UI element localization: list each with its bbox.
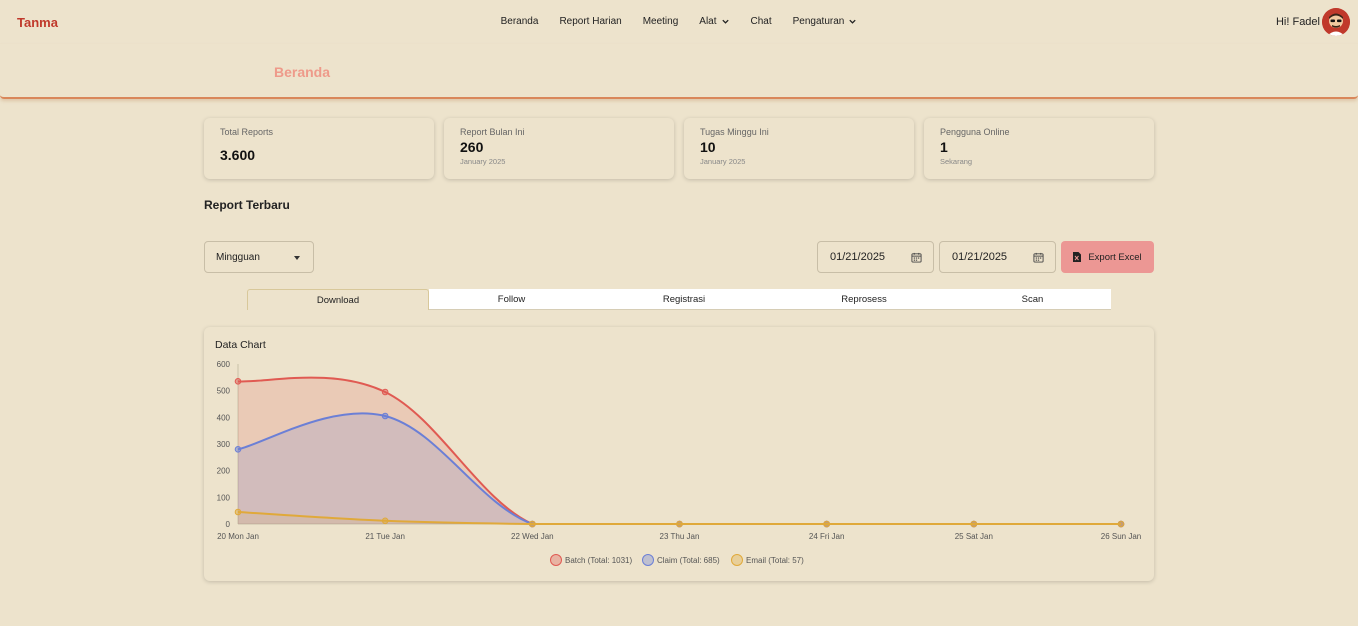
nav-item-beranda[interactable]: Beranda	[501, 16, 539, 27]
x-tick-label: 20 Mon Jan	[217, 532, 259, 541]
nav-label: Pengaturan	[792, 16, 845, 27]
legend-marker	[550, 554, 562, 566]
date-from-input[interactable]: 01/21/2025	[817, 241, 934, 273]
data-point	[529, 520, 536, 528]
nav-label: Meeting	[642, 16, 679, 27]
y-tick-label: 500	[217, 387, 231, 396]
tab-scan[interactable]: Scan	[954, 289, 1111, 310]
legend-marker	[642, 554, 654, 566]
main-nav: Beranda Report Harian Meeting Alat Chat …	[0, 16, 1358, 27]
page-header: Beranda	[0, 44, 1358, 99]
tab-label: Download	[316, 294, 360, 306]
stat-sub: January 2025	[700, 157, 746, 166]
stat-sub: Sekarang	[940, 157, 973, 166]
report-tabs: Download Follow Registrasi Reprosess Sca…	[247, 289, 1111, 310]
series-area	[238, 413, 1121, 524]
data-point	[381, 412, 389, 420]
nav-label: Alat	[699, 16, 717, 27]
calendar-icon[interactable]	[1033, 252, 1044, 263]
stat-card-tugas-minggu-ini: Tugas Minggu Ini 10 January 2025	[684, 118, 914, 179]
nav-label: Report Harian	[559, 16, 622, 27]
date-to-value: 01/21/2025	[952, 251, 1008, 263]
nav-label: Chat	[750, 16, 772, 27]
data-point	[381, 517, 389, 525]
tab-follow[interactable]: Follow	[429, 289, 594, 310]
data-point	[823, 520, 830, 528]
nav-item-pengaturan[interactable]: Pengaturan	[793, 16, 858, 27]
legend-label: Claim (Total: 685)	[657, 556, 720, 565]
nav-label: Beranda	[500, 16, 539, 27]
tab-label: Registrasi	[662, 293, 706, 305]
x-tick-label: 23 Thu Jan	[660, 532, 700, 541]
y-tick-label: 300	[217, 440, 231, 449]
user-avatar-icon	[1322, 8, 1350, 36]
tab-label: Reprosess	[841, 293, 887, 305]
data-point	[234, 508, 242, 516]
y-tick-label: 0	[226, 520, 231, 529]
legend-label: Batch (Total: 1031)	[565, 556, 632, 565]
date-to-input[interactable]: 01/21/2025	[939, 241, 1056, 273]
x-tick-label: 24 Fri Jan	[809, 532, 845, 541]
stat-value: 3.600	[220, 147, 256, 163]
stat-label: Tugas Minggu Ini	[700, 127, 769, 137]
tab-registrasi[interactable]: Registrasi	[594, 289, 774, 310]
tab-label: Follow	[497, 293, 526, 305]
calendar-icon[interactable]	[911, 252, 922, 263]
x-tick-label: 21 Tue Jan	[365, 532, 405, 541]
area-chart: 0 100 200 300 400 500 600 20 Mon Jan 21 Tue Jan 2…	[217, 360, 1141, 566]
data-point	[676, 520, 683, 528]
data-point	[970, 520, 978, 528]
stat-value: 10	[700, 139, 716, 155]
y-tick-label: 100	[217, 493, 231, 502]
stat-sub: January 2025	[460, 157, 506, 166]
stat-card-total-reports: Total Reports 3.600	[204, 118, 434, 179]
x-tick-label: 22 Wed Jan	[511, 532, 554, 541]
section-title: Report Terbaru	[204, 198, 290, 212]
data-point	[234, 378, 242, 385]
date-from-value: 01/21/2025	[830, 251, 886, 263]
period-select[interactable]: Mingguan	[204, 241, 314, 273]
legend-label: Email (Total: 57)	[746, 556, 804, 565]
stat-value: 260	[460, 139, 484, 155]
top-navbar: Tanma Beranda Report Harian Meeting Alat…	[0, 0, 1358, 44]
legend-marker	[731, 554, 743, 566]
nav-item-chat[interactable]: Chat	[751, 16, 772, 27]
stat-value: 1	[940, 139, 948, 155]
stat-card-report-bulan-ini: Report Bulan Ini 260 January 2025	[444, 118, 674, 179]
chart-card: Data Chart 0 100 200 300 400 500 600 20 Mon Jan…	[204, 327, 1154, 581]
y-tick-label: 400	[217, 413, 231, 422]
stat-label: Report Bulan Ini	[460, 127, 525, 137]
page-title: Beranda	[274, 64, 331, 80]
chevron-down-icon	[849, 19, 857, 24]
y-tick-label: 600	[217, 360, 231, 369]
export-excel-label: Export Excel	[1088, 251, 1142, 263]
user-greeting: Hi! Fadel	[1275, 16, 1320, 28]
x-tick-label: 26 Sun Jan	[1101, 532, 1141, 541]
data-point	[381, 388, 389, 396]
nav-item-meeting[interactable]: Meeting	[643, 16, 679, 27]
data-point	[234, 446, 242, 453]
caret-down-icon	[294, 256, 300, 260]
tab-label: Scan	[1021, 293, 1044, 305]
stat-label: Total Reports	[220, 127, 274, 137]
tab-download[interactable]: Download	[247, 289, 429, 310]
chevron-down-icon	[721, 19, 729, 24]
nav-item-report-harian[interactable]: Report Harian	[559, 16, 621, 27]
period-select-value: Mingguan	[216, 252, 260, 263]
tab-reprosess[interactable]: Reprosess	[774, 289, 954, 310]
export-excel-button[interactable]: Export Excel	[1061, 241, 1154, 273]
y-tick-label: 200	[217, 467, 231, 476]
excel-file-icon	[1073, 252, 1082, 262]
data-point	[1117, 520, 1125, 528]
x-tick-label: 25 Sat Jan	[955, 532, 993, 541]
stat-card-pengguna-online: Pengguna Online 1 Sekarang	[924, 118, 1154, 179]
nav-item-alat[interactable]: Alat	[699, 16, 729, 27]
avatar[interactable]	[1322, 8, 1350, 36]
stat-label: Pengguna Online	[940, 127, 1010, 137]
